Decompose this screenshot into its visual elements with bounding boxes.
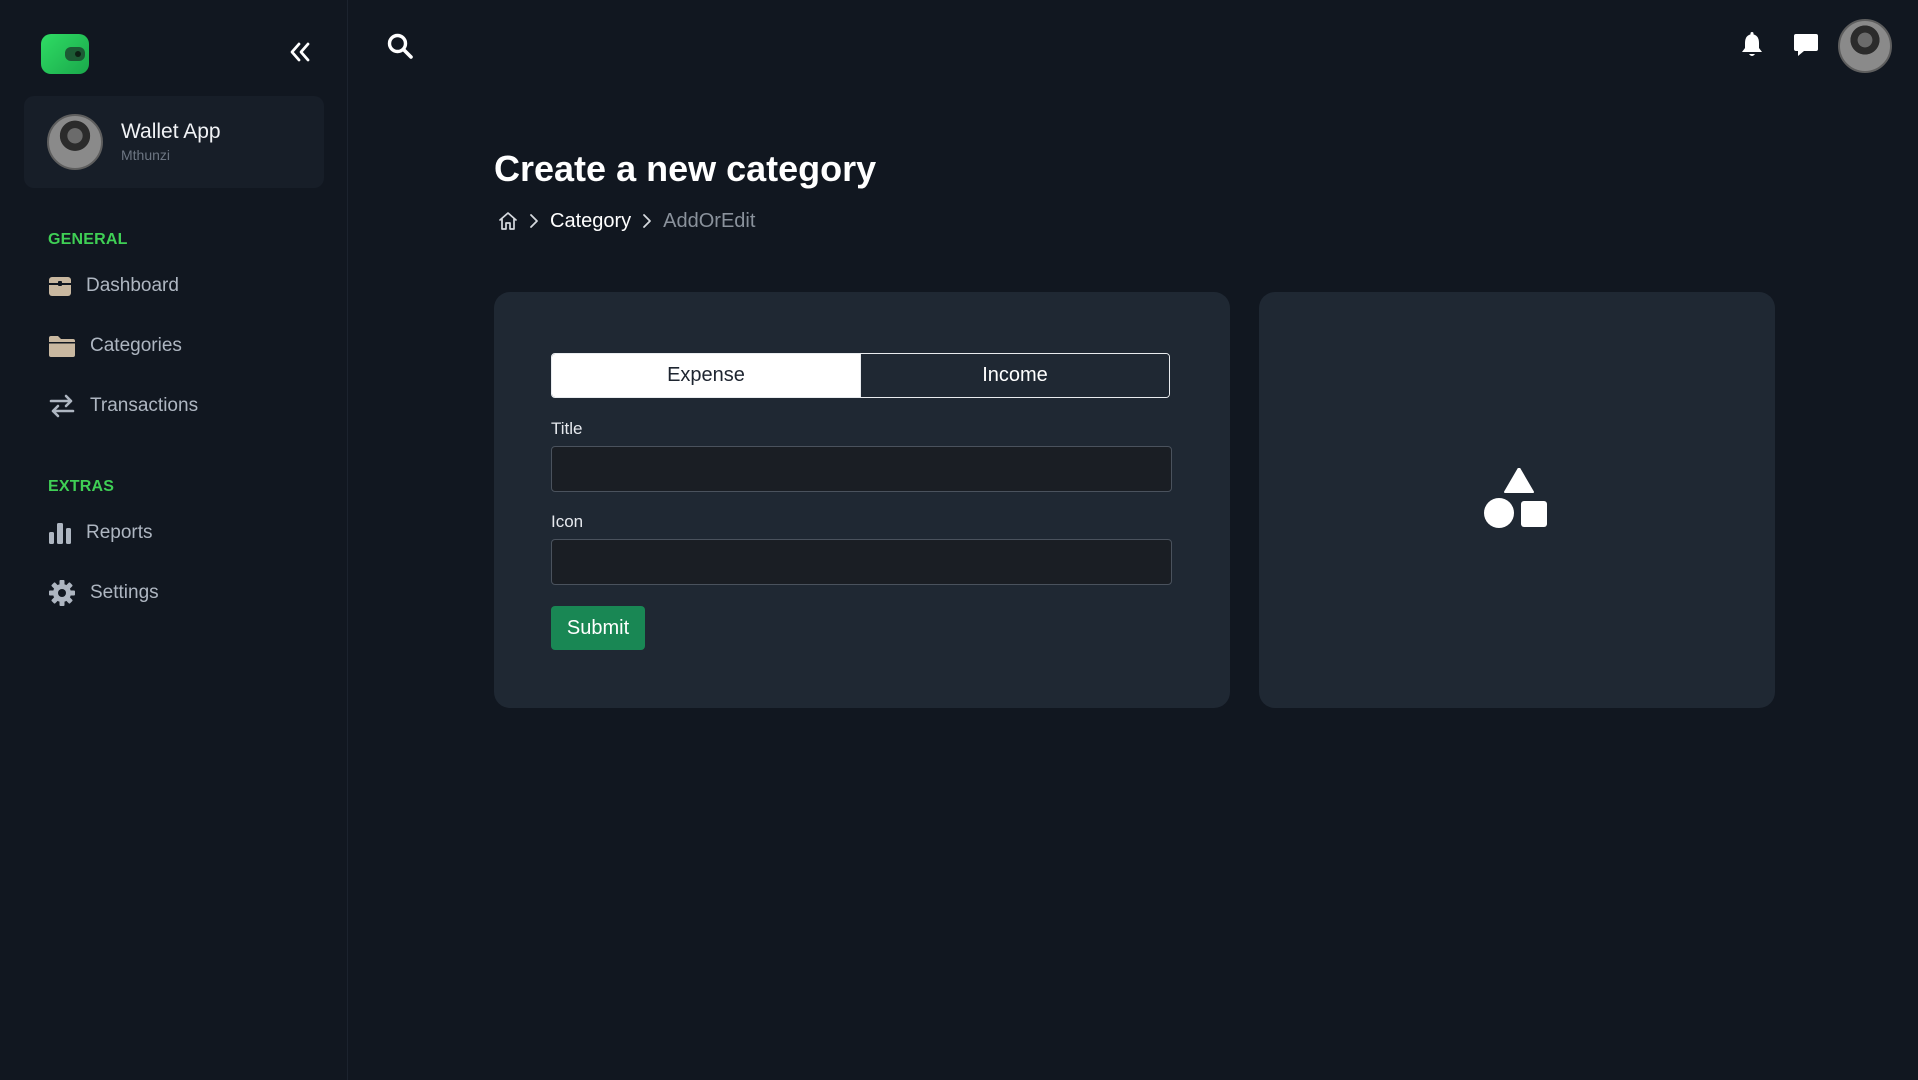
breadcrumb-current: AddOrEdit [663,209,756,232]
sidebar: Wallet App Mthunzi GENERAL Dashboard Cat… [0,0,348,1080]
home-icon[interactable] [498,211,518,231]
icon-preview-card [1259,292,1775,708]
sidebar-item-settings[interactable]: Settings [48,577,159,609]
page-title: Create a new category [494,148,877,189]
sidebar-item-dashboard[interactable]: Dashboard [48,270,179,302]
chat-icon[interactable] [1793,32,1819,58]
sidebar-item-transactions[interactable]: Transactions [48,390,198,422]
bell-icon[interactable] [1740,32,1764,58]
title-label: Title [551,419,583,438]
folder-icon [49,336,75,357]
wallet-icon[interactable] [41,34,89,74]
submit-button[interactable]: Submit [551,606,645,650]
chevron-right-icon [643,214,652,228]
chevron-right-icon [530,214,538,228]
income-option[interactable]: Income [860,354,1169,397]
title-input[interactable] [551,446,1172,492]
search-icon[interactable] [386,32,414,60]
sidebar-item-label: Transactions [90,395,199,416]
profile-name: Wallet App [121,120,221,143]
icon-label: Icon [551,512,584,531]
expense-option[interactable]: Expense [552,354,860,397]
shapes-icon [1484,468,1547,528]
profile-subtitle: Mthunzi [121,147,171,163]
sidebar-item-reports[interactable]: Reports [48,517,153,549]
bar-chart-icon [49,523,71,544]
profile-card[interactable]: Wallet App Mthunzi [24,96,324,188]
transfer-icon [49,394,75,418]
sidebar-item-label: Reports [86,522,153,543]
sidebar-item-label: Settings [90,582,159,603]
breadcrumb-category[interactable]: Category [550,210,631,233]
section-label-extras: EXTRAS [48,478,115,495]
double-chevron-left-icon[interactable] [286,38,314,66]
user-avatar[interactable] [1838,19,1892,73]
avatar [47,114,103,170]
sidebar-item-categories[interactable]: Categories [48,330,182,362]
icon-input[interactable] [551,539,1172,585]
gear-icon [49,580,75,606]
type-toggle: Expense Income [551,353,1170,398]
category-form-card: Expense Income Title Icon Submit [494,292,1230,708]
sidebar-item-label: Dashboard [86,275,179,296]
sidebar-item-label: Categories [90,335,182,356]
section-label-general: GENERAL [48,231,128,248]
breadcrumb: Category AddOrEdit [498,208,755,234]
app-root: Wallet App Mthunzi GENERAL Dashboard Cat… [0,0,1918,1080]
dashboard-icon [49,277,71,296]
